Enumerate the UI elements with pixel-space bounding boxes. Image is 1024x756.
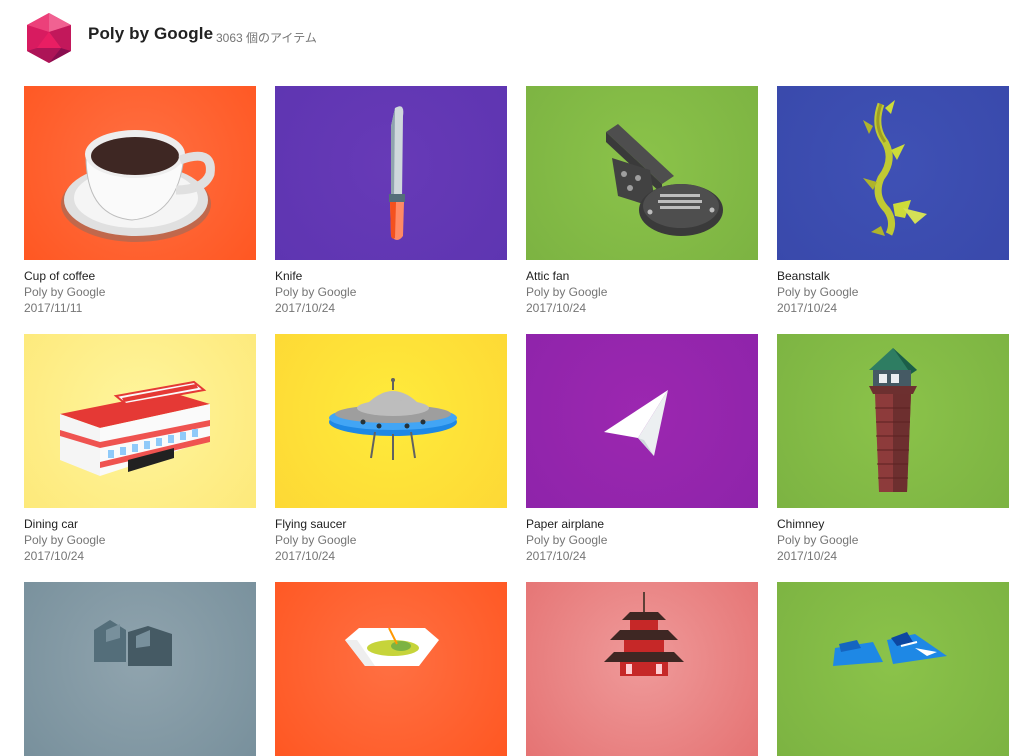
asset-author[interactable]: Poly by Google bbox=[777, 284, 1009, 300]
pagoda-icon bbox=[604, 592, 684, 676]
asset-title[interactable]: Paper airplane bbox=[526, 516, 758, 532]
asset-date: 2017/10/24 bbox=[777, 549, 838, 563]
beanstalk-icon bbox=[863, 100, 927, 236]
asset-title[interactable]: Attic fan bbox=[526, 268, 758, 284]
asset-thumbnail[interactable] bbox=[24, 334, 256, 508]
asset-card[interactable] bbox=[275, 582, 507, 756]
asset-title[interactable]: Flying saucer bbox=[275, 516, 507, 532]
asset-title[interactable]: Dining car bbox=[24, 516, 256, 532]
asset-thumbnail[interactable] bbox=[777, 582, 1009, 756]
asset-card[interactable]: Attic fan Poly by Google 2017/10/24 bbox=[526, 86, 758, 316]
dining-car-icon bbox=[60, 380, 210, 476]
asset-author[interactable]: Poly by Google bbox=[526, 532, 758, 548]
asset-thumbnail[interactable] bbox=[275, 582, 507, 756]
asset-thumbnail[interactable] bbox=[526, 334, 758, 508]
asset-author[interactable]: Poly by Google bbox=[24, 284, 256, 300]
asset-card[interactable]: Cup of coffee Poly by Google 2017/11/11 bbox=[24, 86, 256, 316]
channel-title[interactable]: Poly by Google bbox=[88, 24, 213, 44]
asset-card[interactable]: Paper airplane Poly by Google 2017/10/24 bbox=[526, 334, 758, 564]
asset-author[interactable]: Poly by Google bbox=[24, 532, 256, 548]
asset-title[interactable]: Knife bbox=[275, 268, 507, 284]
attic-fan-icon bbox=[606, 124, 723, 236]
gray-object-icon bbox=[94, 620, 172, 666]
asset-thumbnail[interactable] bbox=[526, 86, 758, 260]
asset-title[interactable]: Beanstalk bbox=[777, 268, 1009, 284]
asset-card[interactable]: Chimney Poly by Google 2017/10/24 bbox=[777, 334, 1009, 564]
knife-icon bbox=[389, 106, 405, 240]
asset-date: 2017/10/24 bbox=[275, 301, 336, 315]
asset-thumbnail[interactable] bbox=[275, 334, 507, 508]
asset-thumbnail[interactable] bbox=[275, 86, 507, 260]
paper-airplane-icon bbox=[604, 390, 668, 456]
asset-author[interactable]: Poly by Google bbox=[275, 532, 507, 548]
asset-card[interactable]: Flying saucer Poly by Google 2017/10/24 bbox=[275, 334, 507, 564]
chimney-icon bbox=[869, 348, 917, 492]
asset-thumbnail[interactable] bbox=[526, 582, 758, 756]
asset-date: 2017/10/24 bbox=[24, 549, 85, 563]
asset-card[interactable]: Beanstalk Poly by Google 2017/10/24 bbox=[777, 86, 1009, 316]
asset-thumbnail[interactable] bbox=[777, 334, 1009, 508]
asset-date: 2017/10/24 bbox=[777, 301, 838, 315]
asset-thumbnail[interactable] bbox=[24, 582, 256, 756]
asset-date: 2017/11/11 bbox=[24, 301, 83, 315]
asset-date: 2017/10/24 bbox=[526, 549, 587, 563]
asset-card[interactable] bbox=[777, 582, 1009, 756]
asset-thumbnail[interactable] bbox=[24, 86, 256, 260]
flying-saucer-icon bbox=[329, 378, 457, 460]
asset-card[interactable] bbox=[24, 582, 256, 756]
sneakers-icon bbox=[833, 632, 947, 666]
item-count: 3063 個のアイテム bbox=[216, 31, 317, 45]
asset-title[interactable]: Chimney bbox=[777, 516, 1009, 532]
asset-card[interactable]: Dining car Poly by Google 2017/10/24 bbox=[24, 334, 256, 564]
asset-date: 2017/10/24 bbox=[526, 301, 587, 315]
poly-logo-icon[interactable] bbox=[25, 12, 73, 64]
asset-author[interactable]: Poly by Google bbox=[275, 284, 507, 300]
channel-header: Poly by Google 3063 個のアイテム bbox=[0, 0, 1024, 86]
asset-card[interactable] bbox=[526, 582, 758, 756]
asset-date: 2017/10/24 bbox=[275, 549, 336, 563]
asset-author[interactable]: Poly by Google bbox=[526, 284, 758, 300]
asset-thumbnail[interactable] bbox=[777, 86, 1009, 260]
bowl-icon bbox=[345, 627, 439, 666]
asset-author[interactable]: Poly by Google bbox=[777, 532, 1009, 548]
asset-title[interactable]: Cup of coffee bbox=[24, 268, 256, 284]
asset-card[interactable]: Knife Poly by Google 2017/10/24 bbox=[275, 86, 507, 316]
coffee-cup-icon bbox=[61, 130, 215, 242]
